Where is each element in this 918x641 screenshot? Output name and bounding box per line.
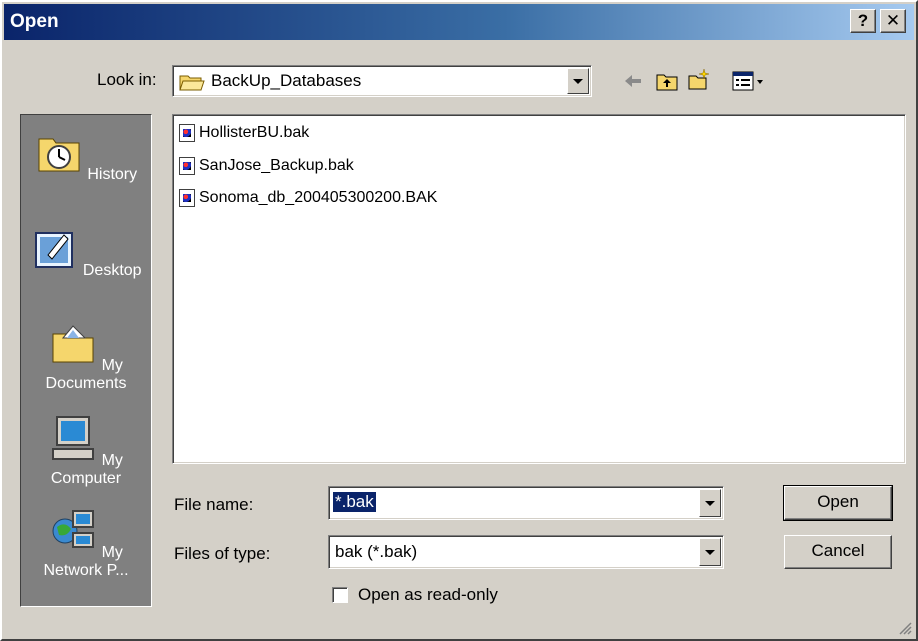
places-bar: History Desktop My Documents My Computer… [20,114,152,607]
places-item-history[interactable]: History [21,129,151,184]
back-arrow-icon[interactable] [622,70,644,92]
chevron-down-icon [705,549,715,555]
chevron-down-icon [573,78,583,84]
open-button[interactable]: Open [783,485,893,521]
resize-grip-icon[interactable] [898,621,912,635]
file-type-value: bak (*.bak) [335,542,418,561]
open-folder-icon [179,75,205,91]
file-name-label: File name: [174,495,254,514]
places-item-my-documents[interactable]: My Documents [21,320,151,393]
backup-file-icon [179,124,195,142]
file-type-dropdown-button[interactable] [699,538,721,566]
file-name-combobox[interactable]: *.bak [328,486,724,520]
file-name-dropdown-button[interactable] [699,489,721,517]
file-name: Sonoma_db_200405300200.BAK [199,189,438,206]
look-in-value: BackUp_Databases [211,71,362,90]
chevron-down-icon [705,500,715,506]
file-list[interactable]: HollisterBU.bak SanJose_Backup.bak Sonom… [172,114,906,464]
file-item[interactable]: HollisterBU.bak [179,121,309,145]
open-dialog: Open ? ✕ Look in: BackUp_Databases Histo… [0,0,918,641]
window-title: Open [10,11,59,32]
places-label: History [87,166,138,183]
file-type-select[interactable]: bak (*.bak) [328,535,724,569]
my-computer-icon [52,416,95,460]
file-name: SanJose_Backup.bak [199,157,354,174]
places-item-desktop[interactable]: Desktop [21,225,151,280]
file-name-input[interactable]: *.bak [333,492,376,512]
look-in-dropdown-button[interactable] [567,68,589,94]
up-folder-icon[interactable] [656,70,678,92]
places-label: Desktop [82,262,142,279]
file-type-label: Files of type: [174,544,271,563]
file-item[interactable]: SanJose_Backup.bak [179,154,354,178]
view-menu-icon[interactable] [732,70,768,92]
desktop-icon [35,232,74,268]
close-button[interactable]: ✕ [880,9,906,33]
cancel-button[interactable]: Cancel [784,535,892,569]
my-documents-icon [52,325,94,363]
history-icon [38,138,80,172]
read-only-label[interactable]: Open as read-only [358,585,498,605]
file-name: HollisterBU.bak [199,124,310,141]
backup-file-icon [179,189,195,207]
read-only-checkbox[interactable] [332,587,348,603]
new-folder-icon[interactable] [688,68,710,90]
places-item-my-computer[interactable]: My Computer [21,415,151,488]
my-network-places-icon [52,510,95,548]
places-item-my-network-places[interactable]: My Network P... [21,507,151,580]
title-bar[interactable]: Open ? ✕ [4,4,914,40]
look-in-label: Look in: [97,70,157,89]
help-button[interactable]: ? [850,9,876,33]
backup-file-icon [179,157,195,175]
look-in-dropdown[interactable]: BackUp_Databases [172,65,592,97]
file-item[interactable]: Sonoma_db_200405300200.BAK [179,186,437,210]
